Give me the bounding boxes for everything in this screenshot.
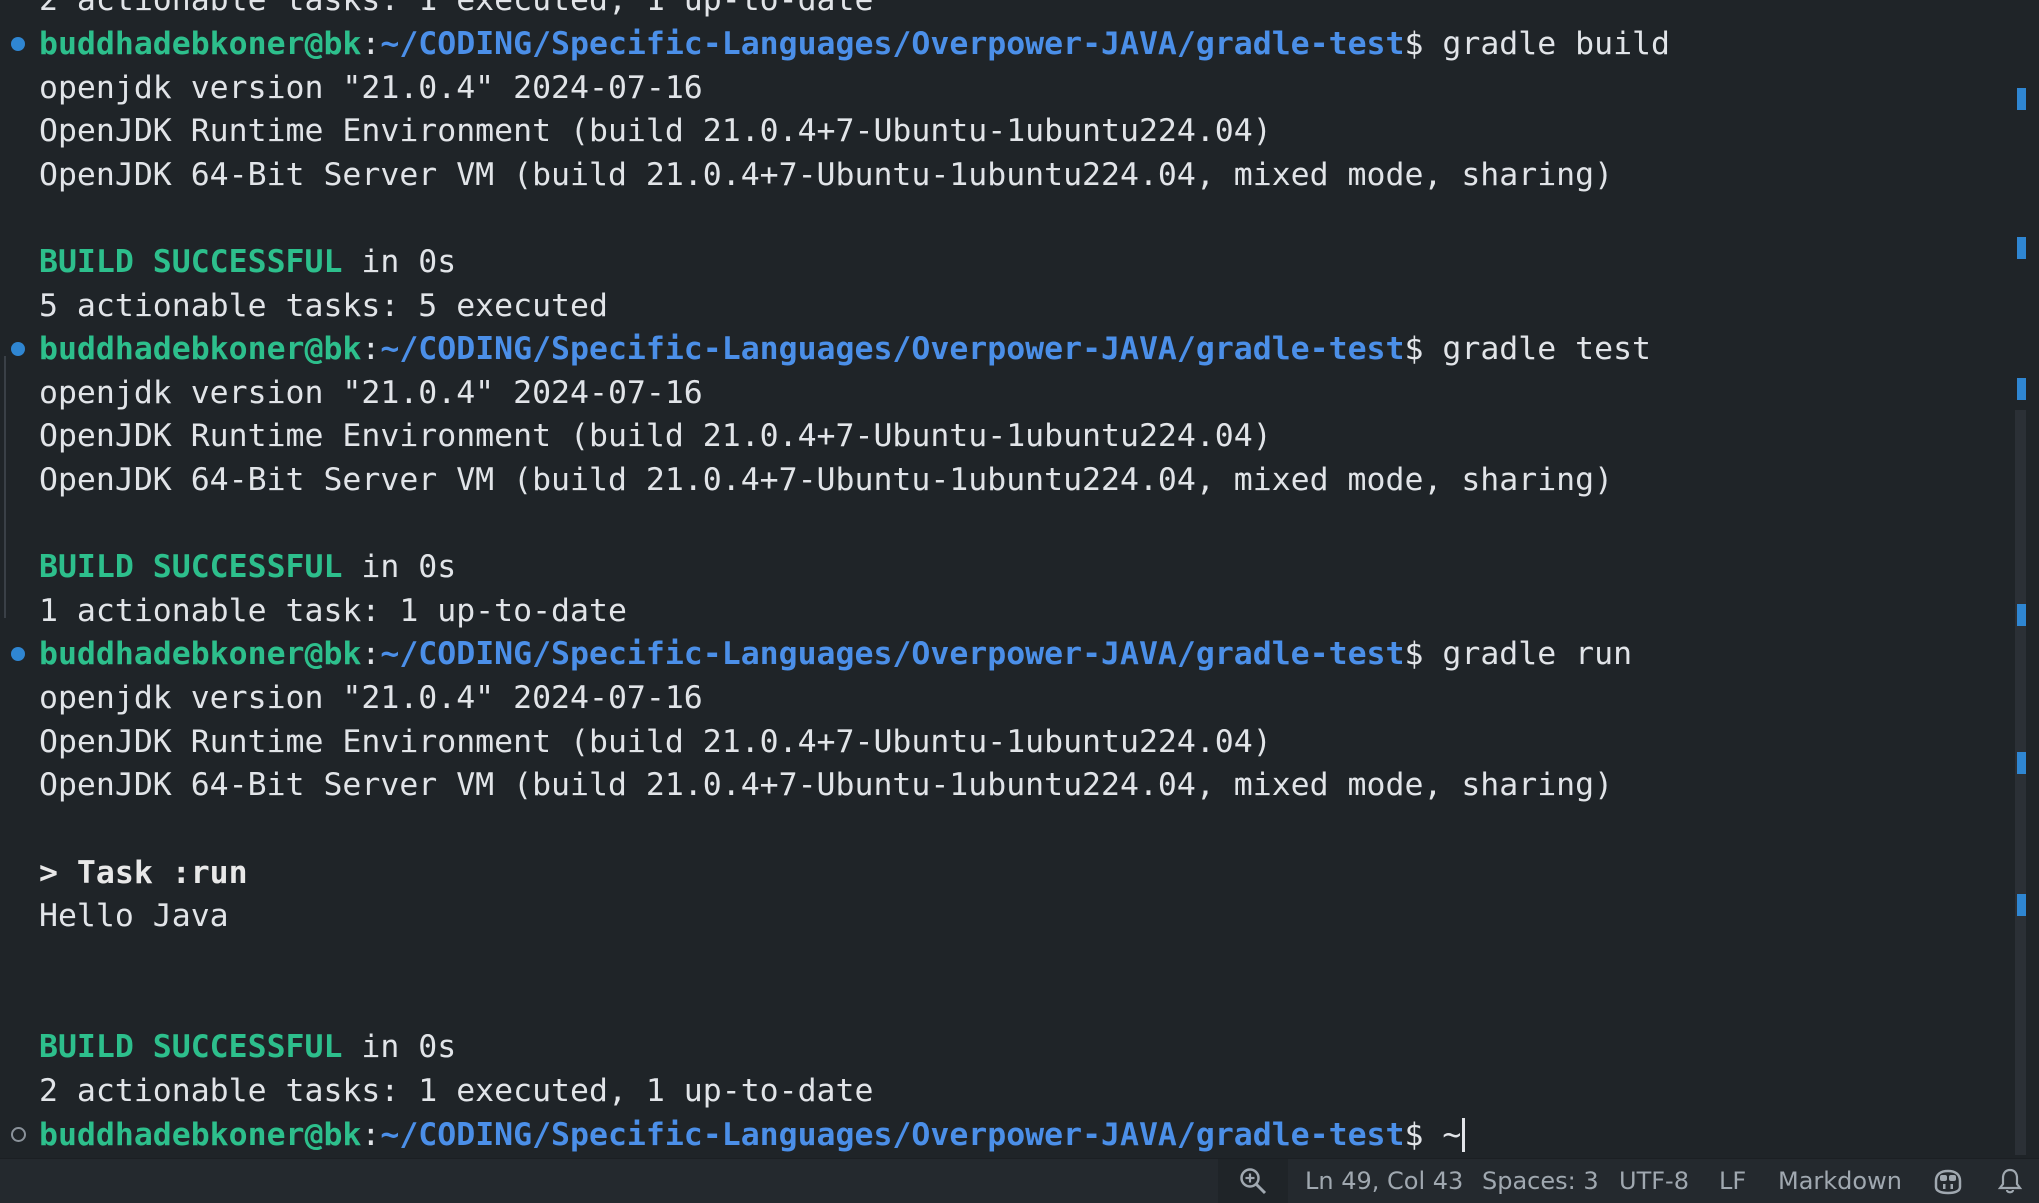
- command-decoration-success[interactable]: [11, 342, 25, 356]
- overview-ruler-mark: [2017, 88, 2026, 110]
- prompt-separator: :: [361, 26, 381, 62]
- output-jdk-vm: OpenJDK 64-Bit Server VM (build 21.0.4+7…: [39, 462, 1614, 498]
- build-result-line: BUILD SUCCESSFUL in 0s: [39, 545, 456, 589]
- prompt-dollar: $: [1404, 331, 1424, 367]
- tasks-summary-line: 1 actionable task: 1 up-to-date: [39, 593, 627, 629]
- prompt-dollar: $: [1404, 26, 1424, 62]
- terminal-scrollbar[interactable]: [2013, 0, 2026, 1158]
- output-jdk-version: openjdk version "21.0.4" 2024-07-16: [39, 375, 703, 411]
- command-text: gradle build: [1423, 26, 1670, 62]
- overview-ruler-mark: [2017, 378, 2026, 400]
- command-decoration-success[interactable]: [11, 647, 25, 661]
- text-cursor: [1462, 1118, 1466, 1152]
- notifications[interactable]: [1995, 1159, 2025, 1203]
- encoding-setting[interactable]: UTF-8: [1619, 1159, 1689, 1203]
- build-time: in 0s: [342, 244, 457, 280]
- prompt-line-test: buddhadebkoner@bk:~/CODING/Specific-Lang…: [39, 327, 1651, 371]
- prompt-line-build: buddhadebkoner@bk:~/CODING/Specific-Lang…: [39, 22, 1670, 66]
- prompt-separator: :: [361, 331, 381, 367]
- build-successful-label: BUILD SUCCESSFUL: [39, 244, 343, 280]
- prompt-line-current[interactable]: buddhadebkoner@bk:~/CODING/Specific-Lang…: [39, 1113, 1466, 1157]
- command-input[interactable]: ~: [1423, 1117, 1461, 1153]
- prompt-dollar: $: [1404, 1117, 1424, 1153]
- output-jdk-runtime: OpenJDK Runtime Environment (build 21.0.…: [39, 724, 1272, 760]
- copilot-icon: [1934, 1169, 1962, 1195]
- language-mode[interactable]: Markdown: [1778, 1159, 1902, 1203]
- scrollbar-thumb[interactable]: [2015, 410, 2026, 1155]
- build-time: in 0s: [342, 549, 457, 585]
- tasks-summary-line: 2 actionable tasks: 1 executed, 1 up-to-…: [39, 1073, 874, 1109]
- prompt-path: ~/CODING/Specific-Languages/Overpower-JA…: [380, 331, 1405, 367]
- cursor-position[interactable]: Ln 49, Col 43: [1305, 1159, 1463, 1203]
- output-jdk-runtime: OpenJDK Runtime Environment (build 21.0.…: [39, 113, 1272, 149]
- prompt-user-host: buddhadebkoner@bk: [39, 636, 362, 672]
- tasks-summary-line: 5 actionable tasks: 5 executed: [39, 288, 608, 324]
- command-decoration-success[interactable]: [11, 37, 25, 51]
- overview-ruler-mark: [2017, 237, 2026, 259]
- output-jdk-runtime: OpenJDK Runtime Environment (build 21.0.…: [39, 418, 1272, 454]
- terminal-panel[interactable]: 2 actionable tasks: 1 executed, 1 up-to-…: [0, 0, 2026, 1158]
- prompt-path: ~/CODING/Specific-Languages/Overpower-JA…: [380, 1117, 1405, 1153]
- prompt-dollar: $: [1404, 636, 1424, 672]
- partial-output-line: 2 actionable tasks: 1 executed, 1 up-to-…: [39, 0, 874, 18]
- build-successful-label: BUILD SUCCESSFUL: [39, 549, 343, 585]
- output-jdk-vm: OpenJDK 64-Bit Server VM (build 21.0.4+7…: [39, 157, 1614, 193]
- task-run-header: > Task :run: [39, 855, 248, 891]
- command-gutter-mark: [4, 356, 6, 618]
- output-jdk-vm: OpenJDK 64-Bit Server VM (build 21.0.4+7…: [39, 767, 1614, 803]
- indentation-setting[interactable]: Spaces: 3: [1482, 1159, 1599, 1203]
- end-of-line-setting[interactable]: LF: [1719, 1159, 1746, 1203]
- prompt-path: ~/CODING/Specific-Languages/Overpower-JA…: [380, 26, 1405, 62]
- overview-ruler-mark: [2017, 752, 2026, 774]
- prompt-user-host: buddhadebkoner@bk: [39, 1117, 362, 1153]
- overview-ruler-mark: [2017, 604, 2026, 626]
- build-successful-label: BUILD SUCCESSFUL: [39, 1029, 343, 1065]
- bell-icon: [1997, 1168, 2023, 1194]
- copilot-status[interactable]: [1930, 1159, 1966, 1203]
- prompt-user-host: buddhadebkoner@bk: [39, 331, 362, 367]
- command-text: gradle test: [1423, 331, 1652, 367]
- prompt-line-run: buddhadebkoner@bk:~/CODING/Specific-Lang…: [39, 632, 1632, 676]
- prompt-separator: :: [361, 636, 381, 672]
- overview-ruler-mark: [2017, 894, 2026, 916]
- build-result-line: BUILD SUCCESSFUL in 0s: [39, 240, 456, 284]
- prompt-separator: :: [361, 1117, 381, 1153]
- command-text: gradle run: [1423, 636, 1633, 672]
- status-bar: Ln 49, Col 43 Spaces: 3 UTF-8 LF Markdow…: [0, 1158, 2039, 1203]
- output-jdk-version: openjdk version "21.0.4" 2024-07-16: [39, 70, 703, 106]
- zoom-in-icon: [1240, 1168, 1267, 1195]
- prompt-path: ~/CODING/Specific-Languages/Overpower-JA…: [380, 636, 1405, 672]
- zoom-indicator[interactable]: [1218, 1159, 1288, 1203]
- build-result-line: BUILD SUCCESSFUL in 0s: [39, 1025, 456, 1069]
- build-time: in 0s: [342, 1029, 457, 1065]
- command-decoration-pending[interactable]: [11, 1127, 26, 1142]
- output-jdk-version: openjdk version "21.0.4" 2024-07-16: [39, 680, 703, 716]
- prompt-user-host: buddhadebkoner@bk: [39, 26, 362, 62]
- program-output: Hello Java: [39, 898, 229, 934]
